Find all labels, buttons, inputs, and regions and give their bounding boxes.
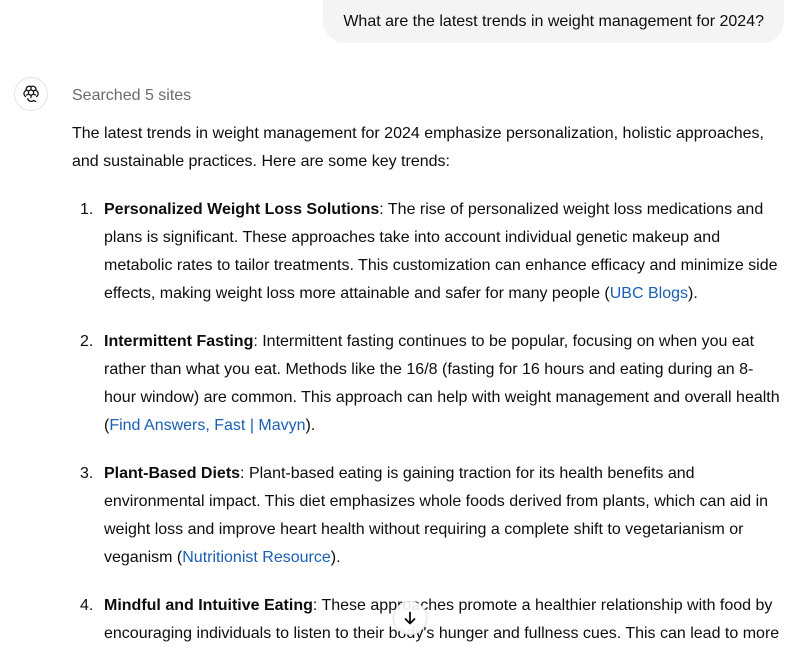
trend-title: Personalized Weight Loss Solutions (104, 201, 380, 218)
assistant-avatar (14, 77, 48, 111)
searched-sites-toggle[interactable]: Searched 5 sites (72, 86, 191, 106)
list-item: 4. Mindful and Intuitive Eating: These a… (72, 592, 784, 648)
source-link[interactable]: Find Answers, Fast | Mavyn (109, 417, 305, 434)
list-item: 3. Plant-Based Diets: Plant-based eating… (72, 460, 784, 572)
list-item: 1. Personalized Weight Loss Solutions: T… (72, 196, 784, 308)
trend-punctuation: . (336, 549, 341, 566)
trends-list: 1. Personalized Weight Loss Solutions: T… (72, 196, 784, 648)
list-number: 1. (80, 201, 94, 218)
source-link[interactable]: Nutritionist Resource (182, 549, 331, 566)
trend-title: Mindful and Intuitive Eating (104, 597, 313, 614)
trend-title: Intermittent Fasting (104, 333, 254, 350)
list-number: 4. (80, 597, 94, 614)
scroll-to-bottom-button[interactable] (393, 601, 427, 635)
user-message-bubble: What are the latest trends in weight man… (323, 0, 784, 43)
source-link[interactable]: UBC Blogs (610, 285, 688, 302)
list-number: 3. (80, 465, 94, 482)
trend-punctuation: . (693, 285, 698, 302)
response-intro: The latest trends in weight management f… (72, 125, 764, 170)
user-message-text: What are the latest trends in weight man… (343, 12, 764, 30)
list-number: 2. (80, 333, 94, 350)
openai-logo-icon (23, 85, 39, 103)
trend-title: Plant-Based Diets (104, 465, 241, 482)
assistant-response: The latest trends in weight management f… (72, 120, 784, 668)
list-item: 2. Intermittent Fasting: Intermittent fa… (72, 328, 784, 440)
arrow-down-icon (404, 611, 416, 625)
trend-punctuation: . (310, 417, 316, 434)
